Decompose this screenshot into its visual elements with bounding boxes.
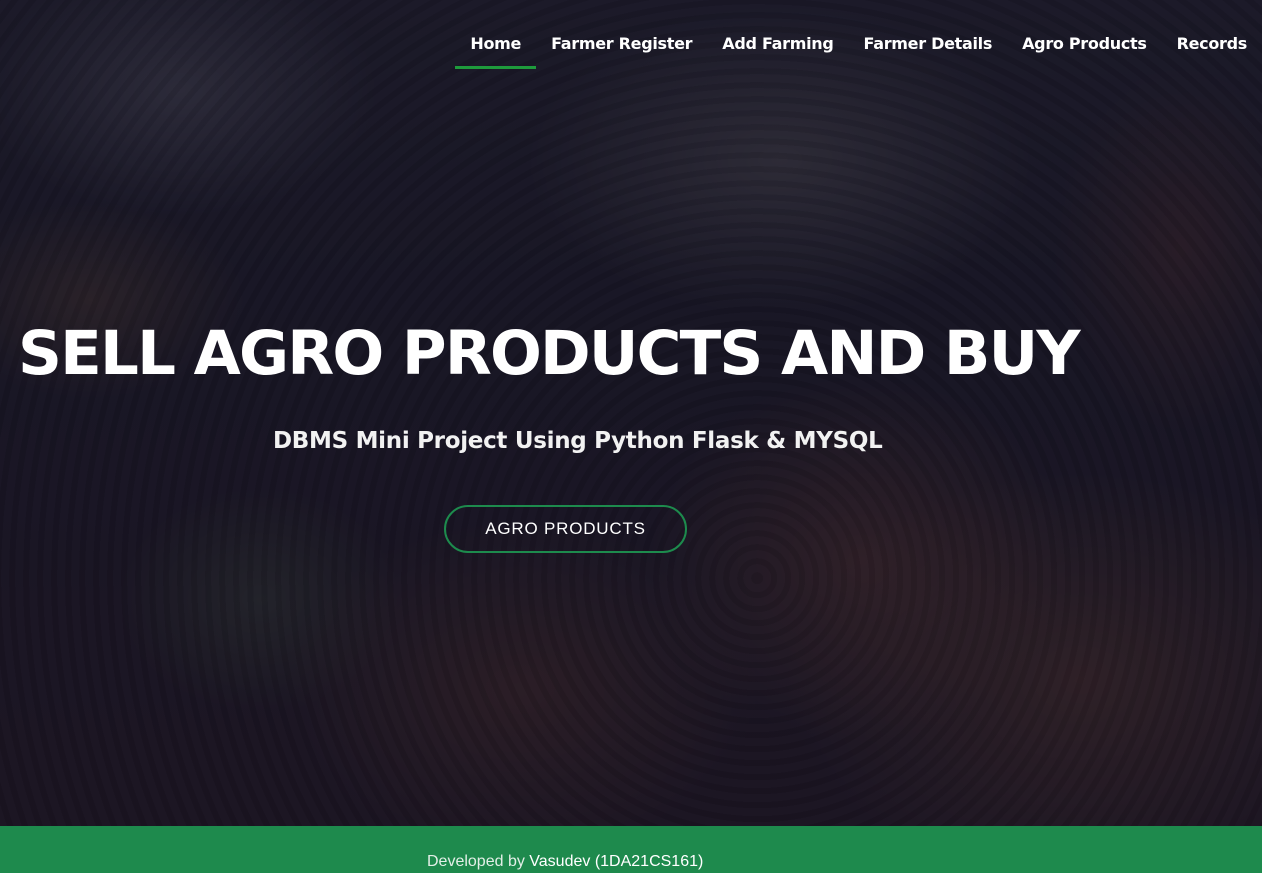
nav-item-farmer-details: Farmer Details xyxy=(849,0,1008,80)
footer: Developed by Vasudev (1DA21CS161) xyxy=(0,826,1262,873)
footer-developer-name: Vasudev (1DA21CS161) xyxy=(529,853,704,870)
hero-subtitle: DBMS Mini Project Using Python Flask & M… xyxy=(273,428,883,454)
nav-item-agro-products: Agro Products xyxy=(1007,0,1162,80)
footer-credit: Developed by Vasudev (1DA21CS161) xyxy=(427,853,703,871)
nav-item-add-farming: Add Farming xyxy=(707,0,848,80)
top-navigation: Home Farmer Register Add Farming Farmer … xyxy=(455,0,1262,80)
hero-overlay xyxy=(0,0,1262,826)
nav-item-records: Records xyxy=(1162,0,1262,80)
agro-products-button[interactable]: AGRO PRODUCTS xyxy=(444,505,687,553)
hero-title: SELL AGRO PRODUCTS AND BUY xyxy=(18,318,1081,389)
nav-link-add-farming[interactable]: Add Farming xyxy=(707,33,848,55)
nav-link-agro-products[interactable]: Agro Products xyxy=(1007,33,1162,55)
nav-link-records[interactable]: Records xyxy=(1162,33,1262,55)
nav-link-home[interactable]: Home xyxy=(455,33,536,55)
nav-item-farmer-register: Farmer Register xyxy=(536,0,707,80)
nav-item-home: Home xyxy=(455,0,536,80)
nav-link-farmer-register[interactable]: Farmer Register xyxy=(536,33,707,55)
nav-link-farmer-details[interactable]: Farmer Details xyxy=(849,33,1008,55)
hero-background xyxy=(0,0,1262,826)
footer-credit-prefix: Developed by xyxy=(427,853,525,870)
